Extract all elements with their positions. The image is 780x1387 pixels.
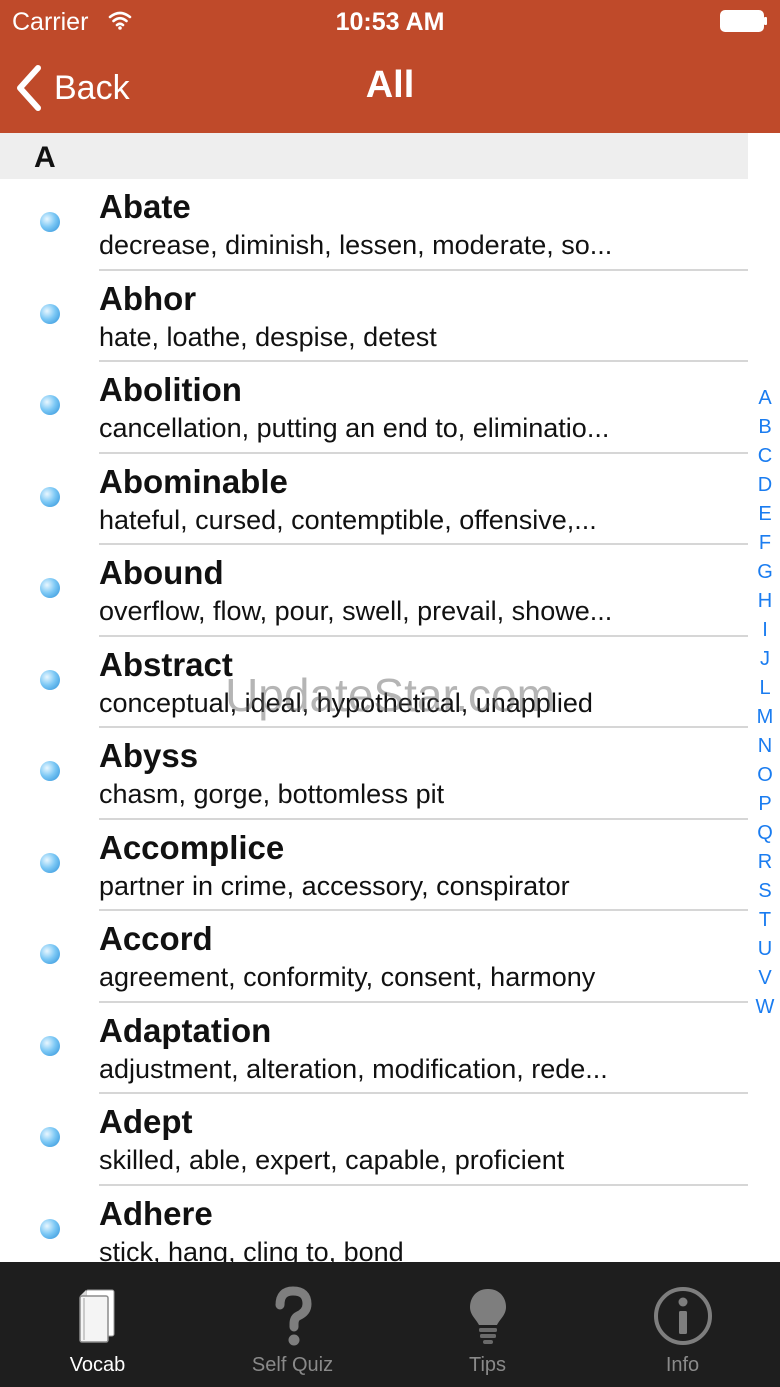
vocab-synonyms: cancellation, putting an end to, elimina… <box>99 413 610 443</box>
vocab-row[interactable]: Abound overflow, flow, pour, swell, preva… <box>0 545 748 637</box>
vocab-word: Abyss <box>99 737 199 774</box>
vocab-word: Abhor <box>99 279 197 317</box>
vocab-synonyms: conceptual, ideal, hypothetical, unappli… <box>99 687 593 718</box>
lightbulb-icon <box>469 1289 506 1344</box>
tab-label: Tips <box>468 1354 507 1376</box>
info-icon <box>653 1287 712 1345</box>
vocab-row[interactable]: Accomplice partner in crime, accessory, c… <box>0 820 748 911</box>
vocab-synonyms: hate, loathe, despise, detest <box>99 321 437 352</box>
index-letter[interactable]: J <box>760 645 770 674</box>
vocab-word: Accord <box>99 920 213 957</box>
blue-dot-icon <box>40 669 60 690</box>
tab-vocab[interactable]: Vocab <box>0 1262 195 1387</box>
blue-dot-icon <box>40 1035 60 1056</box>
blue-dot-icon <box>40 395 60 415</box>
vocab-row[interactable]: Adaptation adjustment, alteration, modifi… <box>0 1003 748 1094</box>
vocab-row[interactable]: Accord agreement, conformity, consent, ha… <box>0 911 748 1003</box>
index-letter[interactable]: H <box>758 587 772 616</box>
vocab-word: Adept <box>99 1103 193 1140</box>
index-letter[interactable]: S <box>758 877 771 906</box>
index-letter[interactable]: O <box>757 761 773 790</box>
index-letter[interactable]: V <box>758 964 771 993</box>
blue-dot-icon <box>40 212 60 232</box>
index-letter[interactable]: G <box>757 558 773 587</box>
blue-dot-icon <box>40 944 60 964</box>
vocab-row[interactable]: Abstract conceptual, ideal, hypothetical,… <box>0 637 748 728</box>
tab-bar: Vocab Self Quiz Tips Info <box>0 1262 780 1387</box>
tab-label: Vocab <box>69 1354 126 1376</box>
navigation-header: Carrier 10:53 AM Back All <box>0 0 780 133</box>
alphabet-index[interactable]: A B C D E F G H I J L M N O P Q R S T U … <box>750 384 780 1022</box>
blue-dot-icon <box>40 1127 60 1147</box>
vocab-row[interactable]: Adept skilled, able, expert, capable, pro… <box>0 1094 748 1186</box>
index-letter[interactable]: T <box>759 906 771 935</box>
vocab-word: Accomplice <box>99 828 285 866</box>
index-letter[interactable]: I <box>762 616 768 645</box>
vocab-word: Adhere <box>99 1194 213 1232</box>
tab-tips[interactable]: Tips <box>390 1262 585 1387</box>
section-header: A <box>0 133 748 179</box>
question-mark-icon <box>275 1286 312 1346</box>
vocab-word: Abominable <box>99 462 288 500</box>
vocab-synonyms: overflow, flow, pour, swell, prevail, sh… <box>99 596 613 626</box>
vocab-word: Abate <box>99 188 191 225</box>
vocab-word: Adaptation <box>99 1011 272 1049</box>
vocab-synonyms: skilled, able, expert, capable, proficie… <box>99 1145 565 1175</box>
index-letter[interactable]: M <box>757 703 774 732</box>
tab-label: Self Quiz <box>251 1354 334 1376</box>
status-time: 10:53 AM <box>335 8 445 36</box>
vocab-list: Abate decrease, diminish, lessen, moderat… <box>0 179 748 1262</box>
index-letter[interactable]: W <box>756 993 775 1022</box>
vocab-row[interactable]: Abhor hate, loathe, despise, detest <box>0 271 748 362</box>
index-letter[interactable]: U <box>758 935 772 964</box>
vocab-synonyms: chasm, gorge, bottomless pit <box>99 779 445 809</box>
battery-icon <box>720 10 767 32</box>
vocab-row[interactable]: Abominable hateful, cursed, contemptible,… <box>0 454 748 545</box>
index-letter[interactable]: L <box>759 674 770 703</box>
blue-dot-icon <box>40 578 60 598</box>
index-letter[interactable]: N <box>758 732 772 761</box>
index-letter[interactable]: F <box>759 529 771 558</box>
blue-dot-icon <box>40 303 60 324</box>
status-bar: Carrier 10:53 AM <box>0 0 780 44</box>
index-letter[interactable]: D <box>758 471 772 500</box>
vocab-word: Abound <box>99 554 224 591</box>
page-title: All <box>365 64 415 106</box>
index-letter[interactable]: R <box>758 848 772 877</box>
blue-dot-icon <box>40 486 60 507</box>
vocab-synonyms: partner in crime, accessory, conspirator <box>99 870 570 901</box>
blue-dot-icon <box>40 852 60 873</box>
vocab-row[interactable]: Abyss chasm, gorge, bottomless pit <box>0 728 748 820</box>
tab-self-quiz[interactable]: Self Quiz <box>195 1262 390 1387</box>
vocab-row[interactable]: Adhere stick, hang, cling to, bond <box>0 1186 748 1263</box>
tab-info[interactable]: Info <box>585 1262 780 1387</box>
vocab-word: Abolition <box>99 371 242 408</box>
vocab-synonyms: decrease, diminish, lessen, moderate, so… <box>99 230 613 260</box>
blue-dot-icon <box>40 1218 60 1239</box>
index-letter[interactable]: B <box>758 413 771 442</box>
tab-label: Info <box>665 1354 700 1376</box>
index-letter[interactable]: Q <box>757 819 773 848</box>
vocab-synonyms: hateful, cursed, contemptible, offensive… <box>99 504 597 535</box>
index-letter[interactable]: A <box>758 384 771 413</box>
vocab-word: Abstract <box>99 645 233 683</box>
vocab-row[interactable]: Abolition cancellation, putting an end to… <box>0 362 748 454</box>
book-icon <box>78 1289 114 1343</box>
vocab-synonyms: agreement, conformity, consent, harmony <box>99 962 596 992</box>
index-letter[interactable]: C <box>758 442 772 471</box>
index-letter[interactable]: E <box>758 500 771 529</box>
vocab-row[interactable]: Abate decrease, diminish, lessen, moderat… <box>0 179 748 271</box>
vocab-synonyms: stick, hang, cling to, bond <box>99 1236 404 1263</box>
vocab-synonyms: adjustment, alteration, modification, re… <box>99 1053 608 1084</box>
blue-dot-icon <box>40 761 60 781</box>
section-letter: A <box>34 141 56 174</box>
index-letter[interactable]: P <box>758 790 771 819</box>
